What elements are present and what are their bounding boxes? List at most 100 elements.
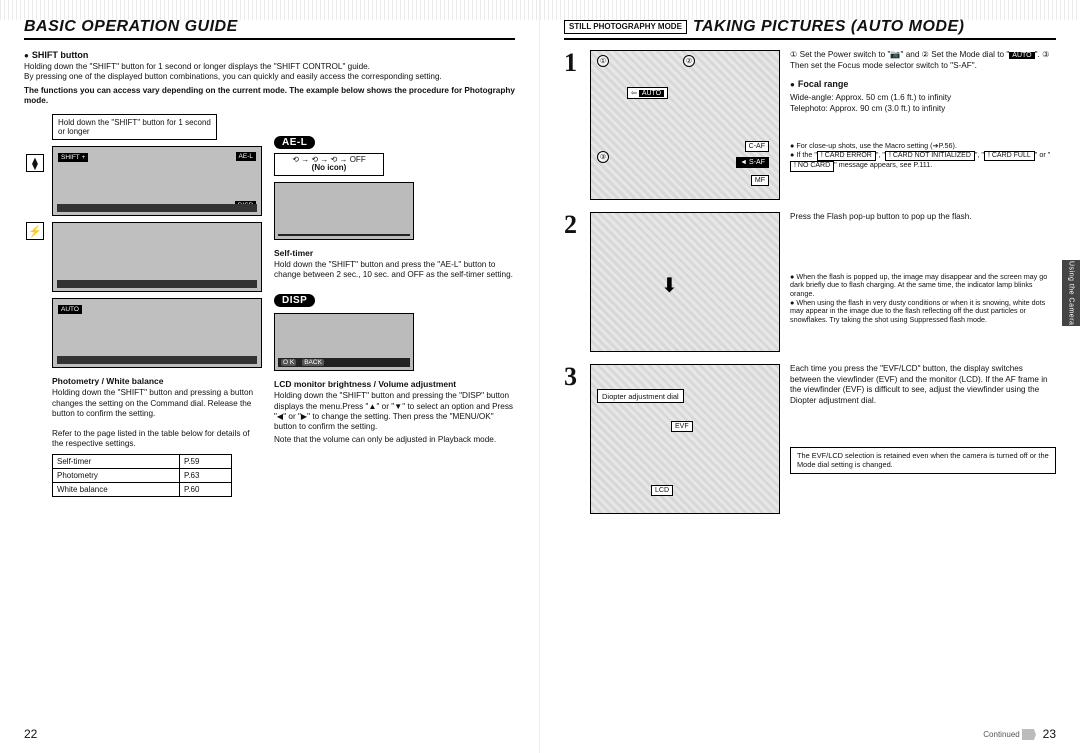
screen2-strip — [57, 280, 257, 288]
photometry-p: Holding down the "SHIFT" button and pres… — [52, 388, 262, 419]
right-heading: STILL PHOTOGRAPHY MODE TAKING PICTURES (… — [564, 18, 1056, 40]
disp-pill: DISP — [274, 294, 315, 307]
selftimer-h: Self-timer — [274, 248, 514, 258]
note-check-icon: ● — [790, 150, 794, 159]
table-row: White balance P.60 — [53, 482, 232, 496]
crop-marks — [0, 0, 539, 20]
mini-bar2: O K BACK — [278, 358, 410, 367]
noicon-line2: (No icon) — [279, 164, 379, 172]
shift-p3: The functions you can access vary depend… — [24, 86, 515, 107]
focal-wide: Wide-angle: Approx. 50 cm (1.6 ft.) to i… — [790, 93, 1056, 104]
col-b: AE-L ⟲ → ⟲ → ⟲ → OFF (No icon) Self-time… — [274, 114, 514, 497]
step-num-2: 2 — [564, 212, 580, 352]
step1-text: ① Set the Power switch to "📷" and ② Set … — [790, 50, 1056, 200]
s1-note2: ● If the "! CARD ERROR", "! CARD NOT INI… — [790, 151, 1056, 172]
shift-p2: By pressing one of the displayed button … — [24, 72, 515, 82]
s2-main: Press the Flash pop-up button to pop up … — [790, 212, 1056, 223]
s3-retain-box: The EVF/LCD selection is retained even w… — [790, 447, 1056, 475]
focal-h: Focal range — [790, 79, 1056, 91]
s1-auto: AUTO — [1009, 52, 1034, 59]
illus-3: Diopter adjustment dial EVF LCD — [590, 364, 780, 514]
popup-arrow-icon: ⬇ — [661, 273, 678, 298]
lcd-p1: Holding down the "SHIFT" button and pres… — [274, 391, 514, 432]
illus1-caf: C-AF — [745, 141, 769, 152]
step-3: 3 Diopter adjustment dial EVF LCD Each t… — [564, 364, 1056, 514]
page-num-left: 22 — [24, 727, 37, 741]
lcd-p2: Note that the volume can only be adjuste… — [274, 435, 514, 445]
mode-box: STILL PHOTOGRAPHY MODE — [564, 20, 687, 34]
step-num-3: 3 — [564, 364, 580, 514]
ref-label: Self-timer — [53, 454, 180, 468]
crop-marks-r — [540, 0, 1080, 20]
note-check-icon: ● — [790, 298, 794, 307]
right-title: TAKING PICTURES (AUTO MODE) — [693, 18, 965, 36]
screen-3: AUTO — [52, 298, 262, 368]
hold-shift-callout: Hold down the "SHIFT" button for 1 secon… — [52, 114, 217, 140]
s2-note2: ● When using the flash in very dusty con… — [790, 299, 1056, 325]
table-row: Photometry P.63 — [53, 468, 232, 482]
shift-p1: Holding down the "SHIFT" button for 1 se… — [24, 62, 515, 72]
screen-2 — [52, 222, 262, 292]
flash-icon: ⚡ — [26, 222, 44, 240]
page-num-right: 23 — [1043, 727, 1056, 741]
step2-notes: ● When the flash is popped up, the image… — [790, 273, 1056, 325]
ref-page: P.59 — [180, 454, 232, 468]
refer-text: Refer to the page listed in the table be… — [52, 429, 262, 450]
screen3-auto: AUTO — [58, 305, 82, 314]
side-icons: ⧫ ⚡ — [24, 154, 46, 497]
page-22: BASIC OPERATION GUIDE SHIFT button Holdi… — [0, 0, 540, 753]
page-23: STILL PHOTOGRAPHY MODE TAKING PICTURES (… — [540, 0, 1080, 753]
selftimer-p: Hold down the "SHIFT" button and press t… — [274, 260, 514, 281]
thumb-tab: Using the Camera — [1062, 260, 1080, 326]
left-columns: ⧫ ⚡ Hold down the "SHIFT" button for 1 s… — [24, 114, 515, 497]
col-a-wrap: ⧫ ⚡ Hold down the "SHIFT" button for 1 s… — [24, 114, 262, 497]
table-row: Self-timer P.59 — [53, 454, 232, 468]
diopter-label: Diopter adjustment dial — [597, 389, 684, 403]
mini-back: BACK — [302, 359, 324, 366]
evf-box: EVF — [671, 421, 693, 432]
illus-1: ① ② ③ ⇦ AUTO C-AF ◄ S-AF MF — [590, 50, 780, 200]
continued: Continued — [983, 730, 1036, 739]
ref-label: Photometry — [53, 468, 180, 482]
step-2: 2 ⬇ Press the Flash pop-up button to pop… — [564, 212, 1056, 352]
mini-bar — [278, 234, 410, 236]
photometry-h: Photometry / White balance — [52, 376, 262, 386]
col-a: Hold down the "SHIFT" button for 1 secon… — [52, 114, 262, 497]
screen-main: SHIFT + AE-L DISP — [52, 146, 262, 216]
marker-2: ② — [683, 55, 695, 67]
s2-note1: ● When the flash is popped up, the image… — [790, 273, 1056, 299]
exposure-comp-icon: ⧫ — [26, 154, 44, 172]
shift-heading: SHIFT button — [24, 50, 515, 60]
left-title: BASIC OPERATION GUIDE — [24, 18, 238, 36]
screen-tag-shift: SHIFT + — [58, 153, 88, 162]
focal-tele: Telephoto: Approx. 90 cm (3.0 ft.) to in… — [790, 104, 1056, 115]
auto-badge: AUTO — [639, 90, 664, 97]
saf-inner: S-AF — [749, 159, 765, 166]
illus1-saf: ◄ S-AF — [736, 157, 769, 168]
s1-note1: ● For close-up shots, use the Macro sett… — [790, 142, 1056, 151]
marker-3: ③ — [597, 151, 609, 163]
note-check-icon: ● — [790, 272, 794, 281]
illus1-mf: MF — [751, 175, 769, 186]
mini-screen-2: O K BACK — [274, 313, 414, 371]
step3-text: Each time you press the "EVF/LCD" button… — [790, 364, 1056, 514]
ref-table: Self-timer P.59 Photometry P.63 White ba… — [52, 454, 232, 497]
continued-arrow-icon — [1022, 729, 1036, 740]
screen-strip — [57, 204, 257, 212]
noicon-box: ⟲ → ⟲ → ⟲ → OFF (No icon) — [274, 153, 384, 176]
ref-page: P.60 — [180, 482, 232, 496]
step1-notes: ● For close-up shots, use the Macro sett… — [790, 142, 1056, 171]
marker-1: ① — [597, 55, 609, 67]
lcd-box: LCD — [651, 485, 673, 496]
mini-ok: O K — [281, 359, 296, 366]
lcd-h: LCD monitor brightness / Volume adjustme… — [274, 379, 514, 389]
step-num-1: 1 — [564, 50, 580, 200]
screen-tag-ael: AE-L — [236, 152, 256, 161]
screen3-strip — [57, 356, 257, 364]
ref-label: White balance — [53, 482, 180, 496]
ael-pill: AE-L — [274, 136, 315, 149]
left-heading: BASIC OPERATION GUIDE — [24, 18, 515, 40]
step2-text: Press the Flash pop-up button to pop up … — [790, 212, 1056, 352]
step-1: 1 ① ② ③ ⇦ AUTO C-AF ◄ S-AF MF ① Set the … — [564, 50, 1056, 200]
ref-page: P.63 — [180, 468, 232, 482]
